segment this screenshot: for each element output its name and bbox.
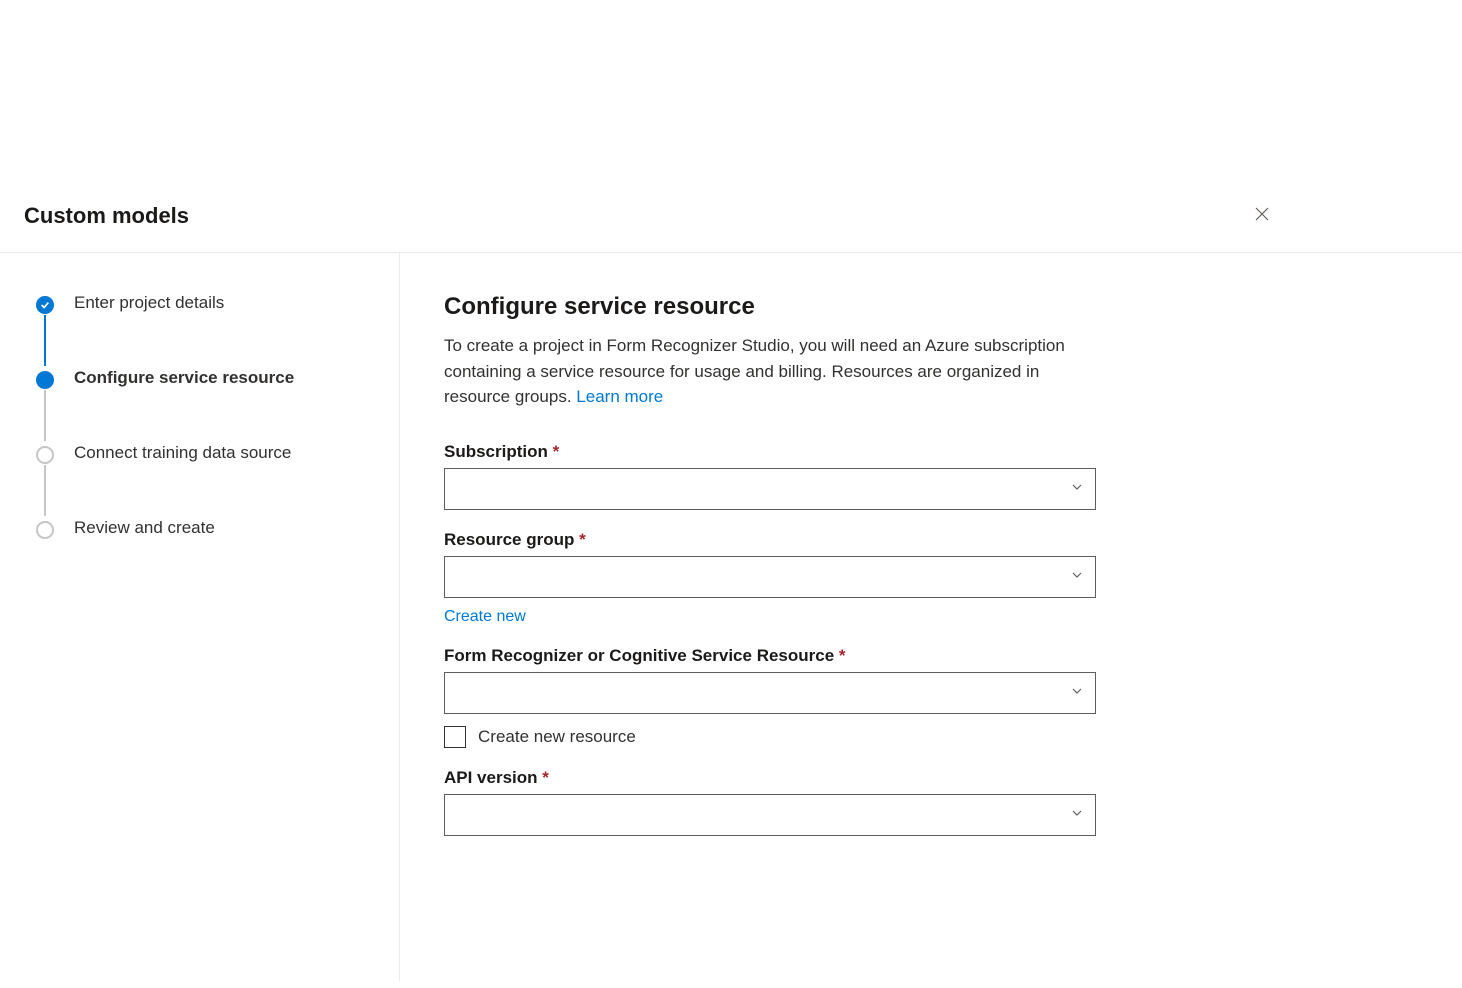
dialog-header: Custom models <box>0 0 1462 253</box>
chevron-down-icon <box>1071 684 1083 701</box>
step-connector <box>44 465 46 516</box>
step-current-icon <box>36 371 54 389</box>
step-completed-icon <box>36 296 54 314</box>
subscription-field: Subscription * <box>444 442 1096 510</box>
resource-group-dropdown[interactable] <box>444 556 1096 598</box>
step-pending-icon <box>36 521 54 539</box>
step-enter-project-details[interactable]: Enter project details <box>36 293 375 368</box>
dialog-title: Custom models <box>24 203 189 229</box>
close-button[interactable] <box>1246 200 1278 232</box>
step-label: Review and create <box>74 518 215 538</box>
main-content: Configure service resource To create a p… <box>400 253 1140 981</box>
required-indicator: * <box>579 530 586 549</box>
step-connector <box>44 315 46 366</box>
api-version-field: API version * <box>444 768 1096 836</box>
api-version-label: API version * <box>444 768 1096 788</box>
step-label: Connect training data source <box>74 443 291 463</box>
create-new-resource-group-link[interactable]: Create new <box>444 608 526 626</box>
service-resource-field: Form Recognizer or Cognitive Service Res… <box>444 646 1096 748</box>
resource-group-label: Resource group * <box>444 530 1096 550</box>
section-description: To create a project in Form Recognizer S… <box>444 333 1096 410</box>
chevron-down-icon <box>1071 806 1083 823</box>
required-indicator: * <box>553 442 560 461</box>
section-title: Configure service resource <box>444 293 1096 321</box>
step-label: Enter project details <box>74 293 224 313</box>
step-label: Configure service resource <box>74 368 294 388</box>
service-resource-dropdown[interactable] <box>444 672 1096 714</box>
learn-more-link[interactable]: Learn more <box>576 387 663 406</box>
step-pending-icon <box>36 446 54 464</box>
step-connector <box>44 390 46 441</box>
wizard-steps-sidebar: Enter project details Configure service … <box>0 253 400 981</box>
checkbox-icon <box>444 726 466 748</box>
step-list: Enter project details Configure service … <box>36 293 375 539</box>
step-configure-service-resource[interactable]: Configure service resource <box>36 368 375 443</box>
chevron-down-icon <box>1071 568 1083 585</box>
checkbox-label: Create new resource <box>478 727 636 747</box>
create-new-resource-checkbox-row[interactable]: Create new resource <box>444 726 1096 748</box>
chevron-down-icon <box>1071 480 1083 497</box>
resource-group-field: Resource group * Create new <box>444 530 1096 626</box>
required-indicator: * <box>839 646 846 665</box>
step-connect-training-data-source[interactable]: Connect training data source <box>36 443 375 518</box>
service-resource-label: Form Recognizer or Cognitive Service Res… <box>444 646 1096 666</box>
step-review-and-create[interactable]: Review and create <box>36 518 375 539</box>
subscription-dropdown[interactable] <box>444 468 1096 510</box>
subscription-label: Subscription * <box>444 442 1096 462</box>
api-version-dropdown[interactable] <box>444 794 1096 836</box>
close-icon <box>1255 207 1269 226</box>
dialog-body: Enter project details Configure service … <box>0 253 1462 981</box>
required-indicator: * <box>542 768 549 787</box>
